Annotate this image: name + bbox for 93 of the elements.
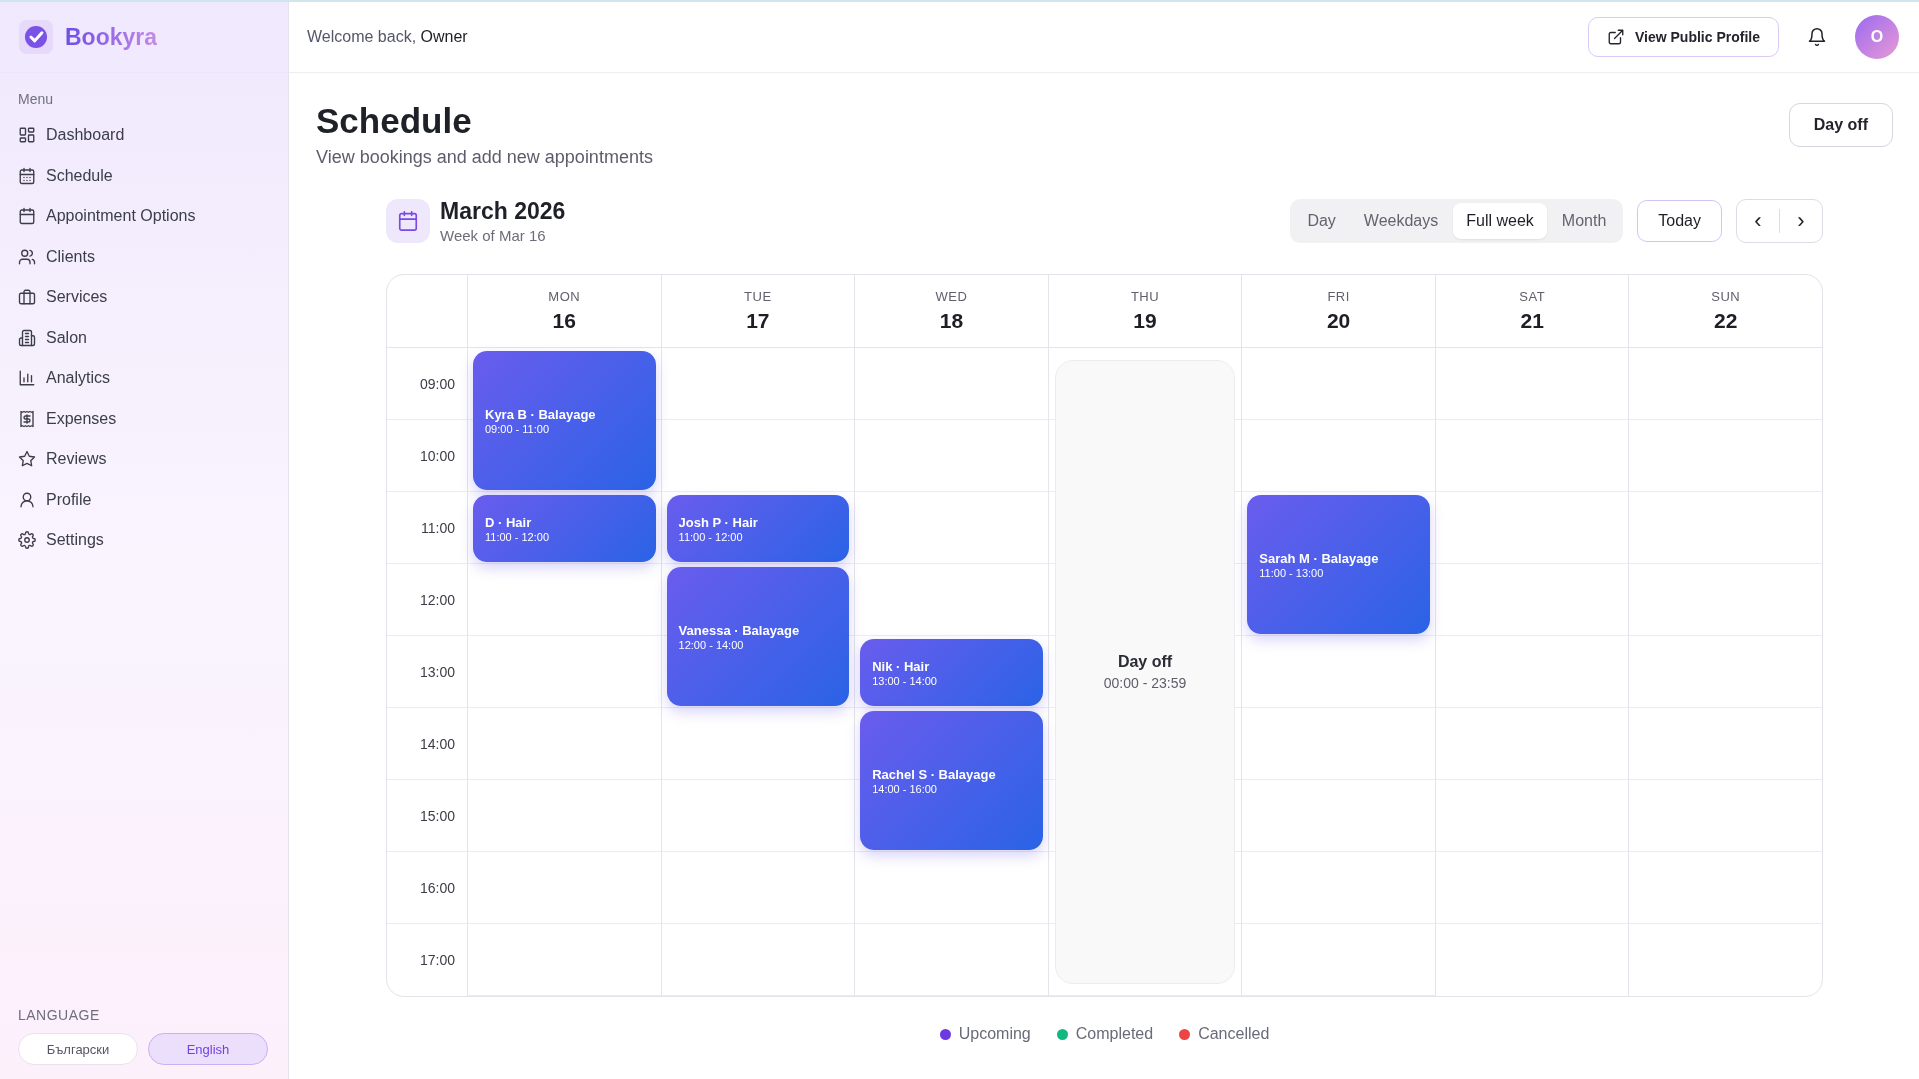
day-off-button[interactable]: Day off [1788,103,1893,147]
page-subtitle: View bookings and add new appointments [316,147,653,168]
date-number: 19 [1133,309,1157,333]
weekday-label: WED [935,289,968,304]
date-number: 16 [552,309,576,333]
users-icon [18,247,36,266]
language-heading: LANGUAGE [18,1007,101,1023]
appointment-title: Kyra B · Balayage [485,406,597,422]
dashboard-icon [18,126,36,145]
nav-item[interactable]: Expenses [0,398,288,439]
view-tab[interactable]: Weekdays [1350,203,1452,239]
calendar-icon [18,207,36,226]
appointment-title: Josh P · Hair [678,514,759,530]
bell-icon[interactable] [1807,27,1827,47]
nav-item[interactable]: Schedule [0,155,288,196]
date-number: 20 [1326,309,1351,333]
hour-label: 09:00 [419,376,455,392]
appointment-title: Sarah M · Balayage [1259,550,1380,566]
appointment-card[interactable]: Sarah M · Balayage 11:00 - 13:00 [1247,495,1430,634]
external-link-icon [1607,28,1625,46]
date-number: 18 [939,309,964,333]
settings-icon [18,531,36,550]
previous-button[interactable]: ‹ [1737,200,1779,242]
weekday-label: SUN [1711,289,1741,304]
calendar-icon [386,199,430,243]
month-title: March 2026 [440,198,567,225]
appointment-time: 14:00 - 16:00 [872,782,938,795]
legend-label: Upcoming [958,1025,1031,1043]
appointment-title: Nik · Hair [872,658,931,674]
menu-heading: Menu [17,90,55,109]
nav-item[interactable]: Reviews [0,439,288,480]
appointment-time: 09:00 - 11:00 [485,422,550,435]
date-number: 17 [746,309,770,333]
nav-item[interactable]: Salon [0,317,288,358]
date-number: 21 [1520,309,1544,333]
briefcase-icon [18,288,36,307]
appointment-title: Vanessa · Balayage [678,622,801,638]
appointment-card[interactable]: Josh P · Hair 11:00 - 12:00 [666,495,850,562]
day-off-label: Day off [1117,653,1173,671]
hour-label: 10:00 [419,448,455,464]
nav-item[interactable]: Services [0,277,288,318]
view-tab[interactable]: Month [1548,203,1620,239]
user-icon [18,490,36,509]
hour-label: 13:00 [419,664,455,680]
nav-item[interactable]: Profile [0,479,288,520]
appointment-time: 12:00 - 14:00 [678,638,745,651]
nav-item[interactable]: Analytics [0,358,288,399]
appointment-card[interactable]: Kyra B · Balayage 09:00 - 11:00 [473,351,656,490]
day-off-time: 00:00 - 23:59 [1103,675,1187,691]
appointment-title: Rachel S · Balayage [872,766,997,782]
weekday-label: MON [548,289,581,304]
building-icon [18,328,36,347]
receipt-icon [18,409,36,428]
appointment-time: 11:00 - 13:00 [1259,566,1325,579]
language-button[interactable]: English [148,1033,268,1065]
calendar-icon [18,166,36,185]
weekday-label: FRI [1327,289,1350,304]
appointment-card[interactable]: Rachel S · Balayage 14:00 - 16:00 [860,711,1043,850]
appointment-card[interactable]: Vanessa · Balayage 12:00 - 14:00 [666,567,850,706]
hour-label: 14:00 [419,736,455,752]
weekday-label: THU [1130,289,1160,304]
appointment-title: D · Hair [485,514,533,530]
language-button[interactable]: Български [18,1033,138,1065]
hour-label: 16:00 [419,880,455,896]
view-profile-button[interactable]: View Public Profile [1588,17,1779,57]
view-tab[interactable]: Day [1294,203,1349,239]
nav-item[interactable]: Dashboard [0,115,288,156]
week-label: Week of Mar 16 [440,227,547,244]
page-title: Schedule [316,101,473,141]
hour-label: 15:00 [419,808,455,824]
nav-item[interactable]: Clients [0,236,288,277]
weekday-label: TUE [744,289,772,304]
logo-icon [19,20,53,54]
legend-label: Cancelled [1198,1025,1270,1043]
bar-chart-icon [18,369,36,388]
appointment-time: 11:00 - 12:00 [485,530,550,543]
nav-item[interactable]: Appointment Options [0,196,288,237]
legend-label: Completed [1075,1025,1154,1043]
appointment-time: 11:00 - 12:00 [678,530,744,543]
weekday-label: SAT [1519,289,1546,304]
date-number: 22 [1714,309,1738,333]
hour-label: 12:00 [419,592,455,608]
next-button[interactable]: › [1780,200,1822,242]
view-tab[interactable]: Full week [1453,203,1547,239]
welcome-text: Welcome back, Owner [307,28,469,46]
nav-item[interactable]: Settings [0,520,288,561]
today-button[interactable]: Today [1637,200,1722,242]
appointment-time: 13:00 - 14:00 [872,674,938,687]
hour-label: 17:00 [419,952,455,968]
appointment-card[interactable]: Nik · Hair 13:00 - 14:00 [860,639,1043,706]
star-icon [18,450,36,469]
hour-label: 11:00 [421,520,455,536]
appointment-card[interactable]: D · Hair 11:00 - 12:00 [473,495,656,562]
